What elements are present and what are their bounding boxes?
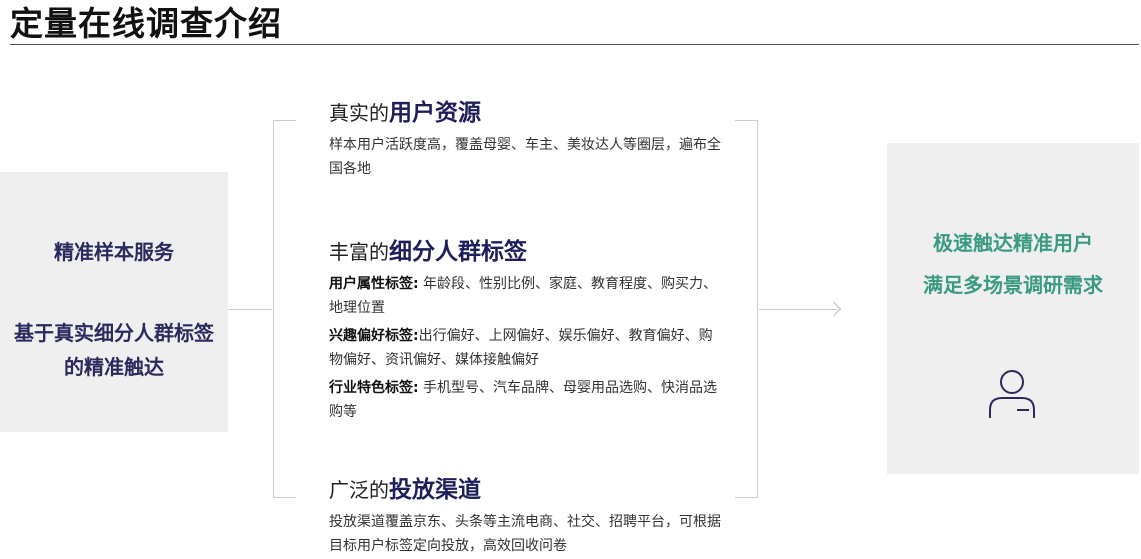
section-heading-emphasis: 细分人群标签: [389, 239, 527, 265]
tag-label: 兴趣偏好标签:: [329, 328, 419, 344]
right-connector-line: [759, 309, 837, 310]
arrow-right-icon: [826, 301, 842, 317]
section-heading-prefix: 真实的: [329, 101, 389, 125]
left-connector-line: [228, 309, 272, 310]
tag-line-interests: 兴趣偏好标签:出行偏好、上网偏好、娱乐偏好、教育偏好、购物偏好、资讯偏好、媒体接…: [329, 324, 724, 372]
right-bracket: [735, 120, 758, 498]
right-panel-line-1: 极速触达精准用户: [933, 231, 1093, 255]
tag-label: 用户属性标签:: [329, 276, 419, 292]
user-icon: [989, 370, 1035, 418]
section-heading-emphasis: 投放渠道: [389, 477, 481, 503]
section-text-user-resources: 样本用户活跃度高，覆盖母婴、车主、美妆达人等圈层，遍布全国各地: [329, 137, 721, 177]
section-heading-audience-tags: 丰富的细分人群标签: [329, 237, 527, 267]
left-panel-subheading: 基于真实细分人群标签的精准触达: [14, 321, 214, 379]
tag-list: 用户属性标签: 年龄段、性别比例、家庭、教育程度、购买力、地理位置 兴趣偏好标签…: [329, 272, 724, 428]
section-heading-prefix: 广泛的: [329, 478, 389, 502]
page-title: 定量在线调查介绍: [10, 4, 282, 43]
tag-line-industry: 行业特色标签: 手机型号、汽车品牌、母婴用品选购、快消品选购等: [329, 376, 724, 424]
left-panel: [0, 172, 228, 432]
section-heading-emphasis: 用户资源: [389, 100, 481, 126]
title-divider: [10, 44, 1139, 45]
tag-line-user-attributes: 用户属性标签: 年龄段、性别比例、家庭、教育程度、购买力、地理位置: [329, 272, 724, 320]
section-heading-channels: 广泛的投放渠道: [329, 475, 481, 505]
right-panel-line-2: 满足多场景调研需求: [923, 273, 1103, 297]
tag-label: 行业特色标签:: [329, 380, 419, 396]
section-text-channels: 投放渠道覆盖京东、头条等主流电商、社交、招聘平台，可根据目标用户标签定向投放，高…: [329, 514, 721, 554]
right-panel: [887, 143, 1139, 474]
left-bracket: [273, 120, 296, 498]
section-heading-prefix: 丰富的: [329, 240, 389, 264]
left-panel-heading: 精准样本服务: [54, 240, 174, 264]
section-heading-user-resources: 真实的用户资源: [329, 98, 481, 128]
